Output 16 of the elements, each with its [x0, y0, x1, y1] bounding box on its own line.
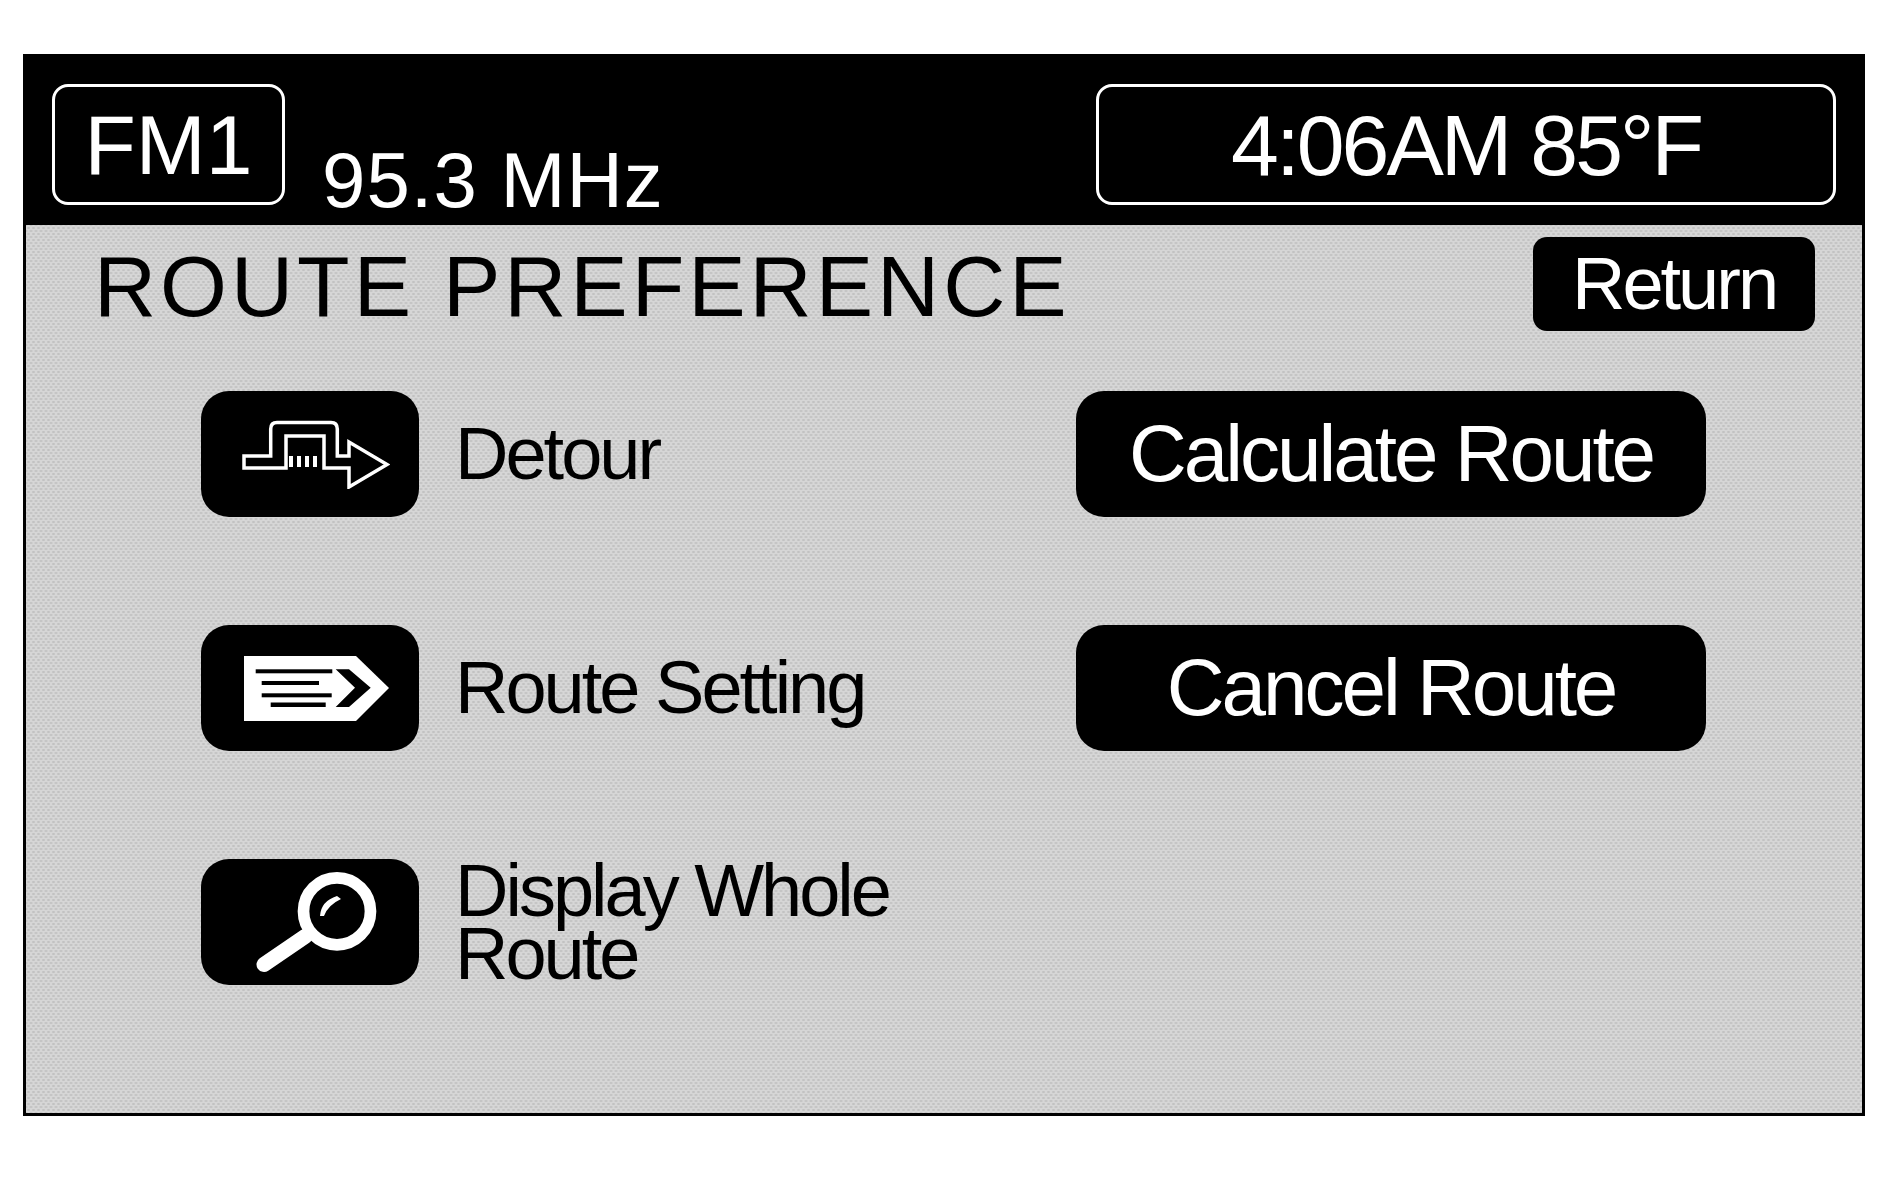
search-icon	[255, 871, 377, 973]
option-icon-button[interactable]	[201, 391, 419, 517]
clock-temperature-display: 4:06AM 85°F	[1096, 84, 1836, 205]
route-action-button[interactable]: Calculate Route	[1076, 391, 1706, 517]
option-label: Route Setting	[455, 645, 865, 731]
band-indicator: FM1	[52, 84, 285, 205]
return-button[interactable]: Return	[1533, 237, 1815, 331]
option-icon-button[interactable]	[201, 859, 419, 985]
option-label: Detour	[455, 411, 660, 497]
sign-arrow-icon	[243, 655, 389, 721]
option-icon-button[interactable]	[201, 625, 419, 751]
screen-title: ROUTE PREFERENCE	[94, 243, 1071, 329]
detour-icon	[242, 419, 390, 489]
frequency-text: 95.3 MHz	[322, 141, 664, 219]
route-action-button[interactable]: Cancel Route	[1076, 625, 1706, 751]
option-label: Display Whole Route	[455, 847, 890, 997]
